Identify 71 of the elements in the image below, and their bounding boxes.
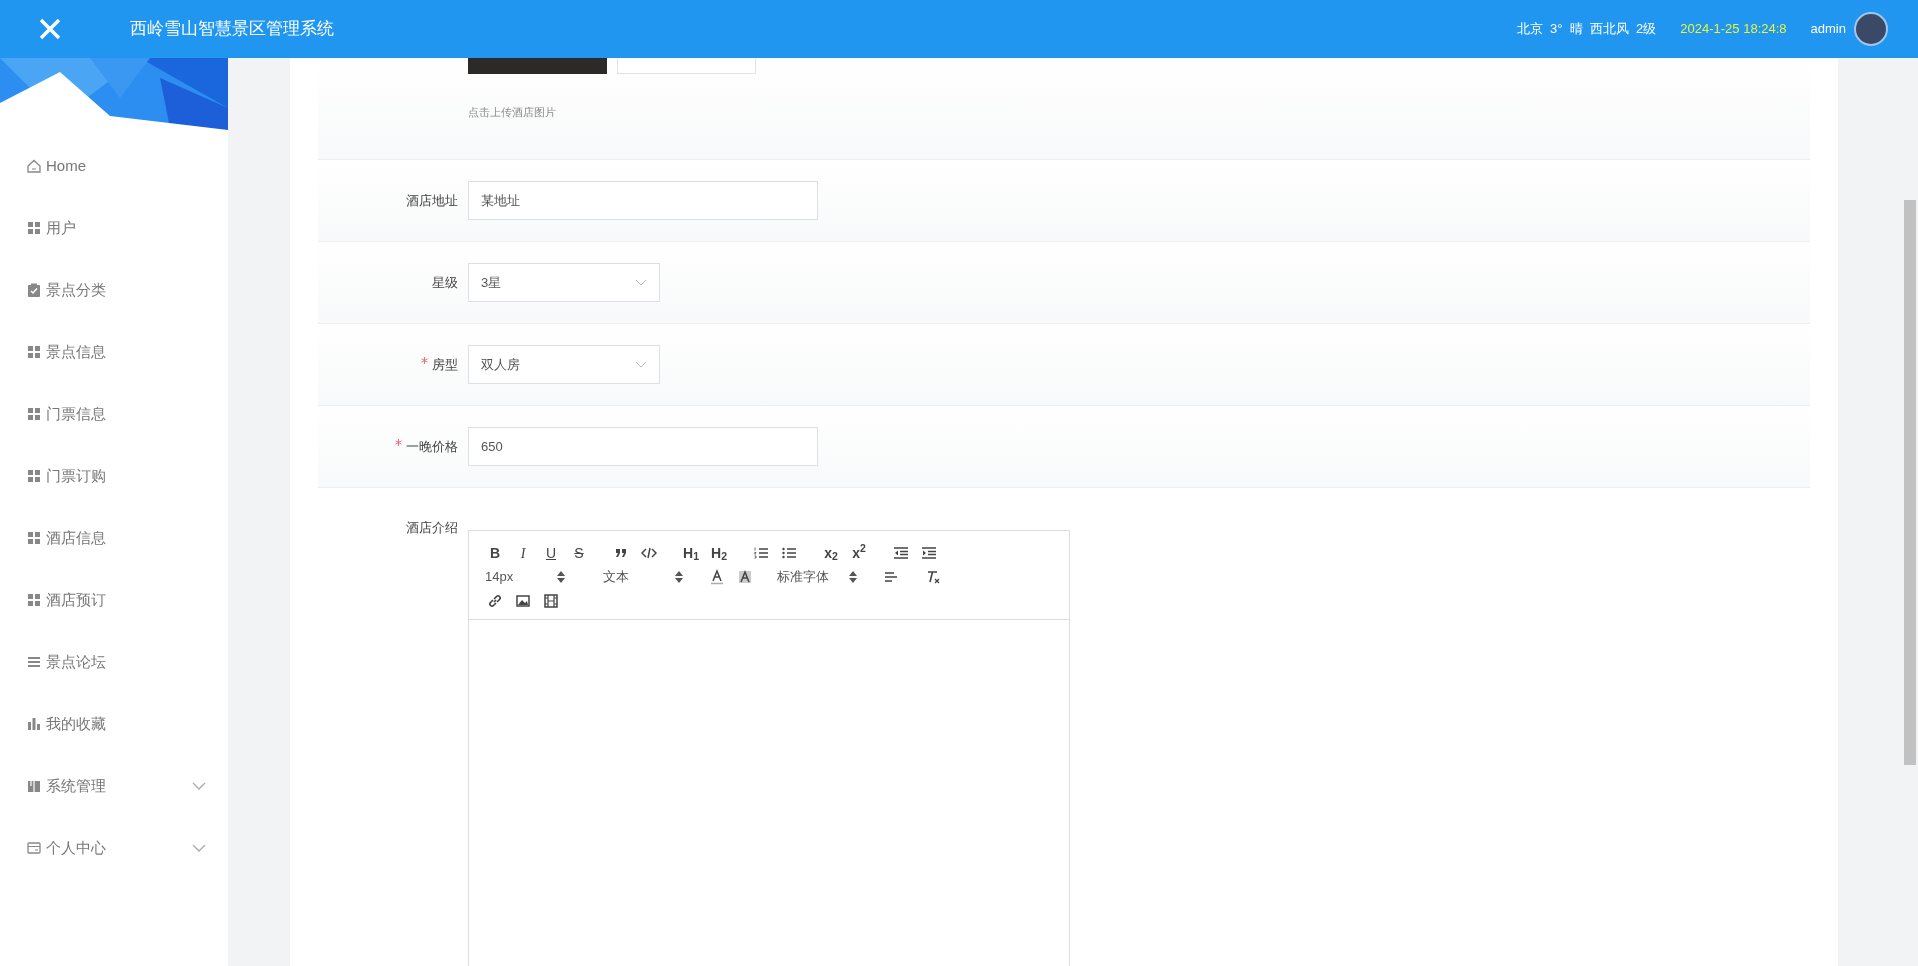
toolbar-button[interactable]: H$_{1}$ xyxy=(677,542,705,564)
close-icon xyxy=(39,18,61,40)
datetime-text: 2024-1-25 18:24:8 xyxy=(1680,20,1787,39)
card-icon xyxy=(26,840,42,856)
home-icon xyxy=(26,158,42,174)
app-title: 西岭雪山智慧景区管理系统 xyxy=(130,18,335,41)
weather-text: 北京 3° 晴 西北风 2级 xyxy=(1516,20,1657,39)
toolbar-button[interactable]: B xyxy=(481,542,509,564)
chevron-down-icon xyxy=(635,278,647,287)
sort-arrows-icon xyxy=(849,571,857,583)
grid-icon xyxy=(26,592,42,608)
outdent-icon xyxy=(893,545,909,561)
sidebar-item[interactable]: 景点论坛 xyxy=(0,631,228,693)
toolbar-button[interactable]: H$_{2}$ xyxy=(705,542,733,564)
select-field[interactable]: 双人房 xyxy=(468,345,660,384)
toolbar-select[interactable]: 文本 xyxy=(599,567,687,587)
field-label: 星级 xyxy=(431,273,459,292)
bullet-list-icon xyxy=(781,545,797,561)
sidebar-item[interactable]: 门票信息 xyxy=(0,383,228,445)
sidebar-item[interactable]: 景点分类 xyxy=(0,259,228,321)
toolbar-button[interactable]: x$^{2}$ xyxy=(845,542,873,564)
highlight-icon xyxy=(737,569,753,585)
sidebar-item[interactable]: Home xyxy=(0,135,228,197)
field-label: 一晚价格 xyxy=(318,436,468,457)
toolbar-select[interactable]: 标准字体 xyxy=(773,567,861,587)
grid-icon xyxy=(26,220,42,236)
text-color-icon xyxy=(709,569,725,585)
field-label: 酒店地址 xyxy=(405,191,459,210)
book-icon xyxy=(26,778,42,794)
avatar-circle[interactable] xyxy=(1854,12,1888,46)
sidebar-item[interactable]: 个人中心 xyxy=(0,817,228,879)
code-icon xyxy=(641,545,657,561)
toolbar-button[interactable]: x$_{2}$ xyxy=(817,542,845,564)
field-label: 酒店介绍 xyxy=(405,519,459,537)
sidebar-item[interactable]: 景点信息 xyxy=(0,321,228,383)
indent-icon xyxy=(921,545,937,561)
list-icon xyxy=(26,654,42,670)
chevron-down-icon xyxy=(635,360,647,369)
grid-icon xyxy=(26,344,42,360)
grid-icon xyxy=(26,406,42,422)
sort-arrows-icon xyxy=(675,571,683,583)
select-field[interactable]: 3星 xyxy=(468,263,660,302)
numbered-list-icon xyxy=(753,545,769,561)
toolbar-select[interactable]: 14px xyxy=(481,567,569,587)
upload-hint: 点击上传酒店图片 xyxy=(468,105,557,120)
link-icon xyxy=(487,593,503,609)
sidebar-item[interactable]: 酒店预订 xyxy=(0,569,228,631)
grid-icon xyxy=(26,530,42,546)
sort-arrows-icon xyxy=(557,571,565,583)
input-field[interactable]: 650 xyxy=(468,427,818,466)
sidebar-item[interactable]: 我的收藏 xyxy=(0,693,228,755)
sidebar-item[interactable]: 系统管理 xyxy=(0,755,228,817)
sidebar-item[interactable]: 用户 xyxy=(0,197,228,259)
chevron-down-icon xyxy=(192,843,206,853)
sidebar-item[interactable]: 酒店信息 xyxy=(0,507,228,569)
chevron-down-icon xyxy=(192,781,206,791)
film-icon xyxy=(543,593,559,609)
clipboard-icon xyxy=(26,282,42,298)
scrollbar-thumb[interactable] xyxy=(1904,200,1916,765)
input-field[interactable]: 某地址 xyxy=(468,181,818,220)
clear-format-icon xyxy=(925,569,941,585)
toolbar-button[interactable]: S xyxy=(565,542,593,564)
sidebar-item[interactable]: 门票订购 xyxy=(0,445,228,507)
image-icon xyxy=(515,593,531,609)
username: admin xyxy=(1810,20,1846,39)
bar-chart-icon xyxy=(26,716,42,732)
toolbar-button[interactable]: U xyxy=(537,542,565,564)
grid-icon xyxy=(26,468,42,484)
toolbar-button[interactable]: I xyxy=(509,542,537,564)
align-left-icon xyxy=(883,569,899,585)
field-label: 房型 xyxy=(318,354,468,375)
